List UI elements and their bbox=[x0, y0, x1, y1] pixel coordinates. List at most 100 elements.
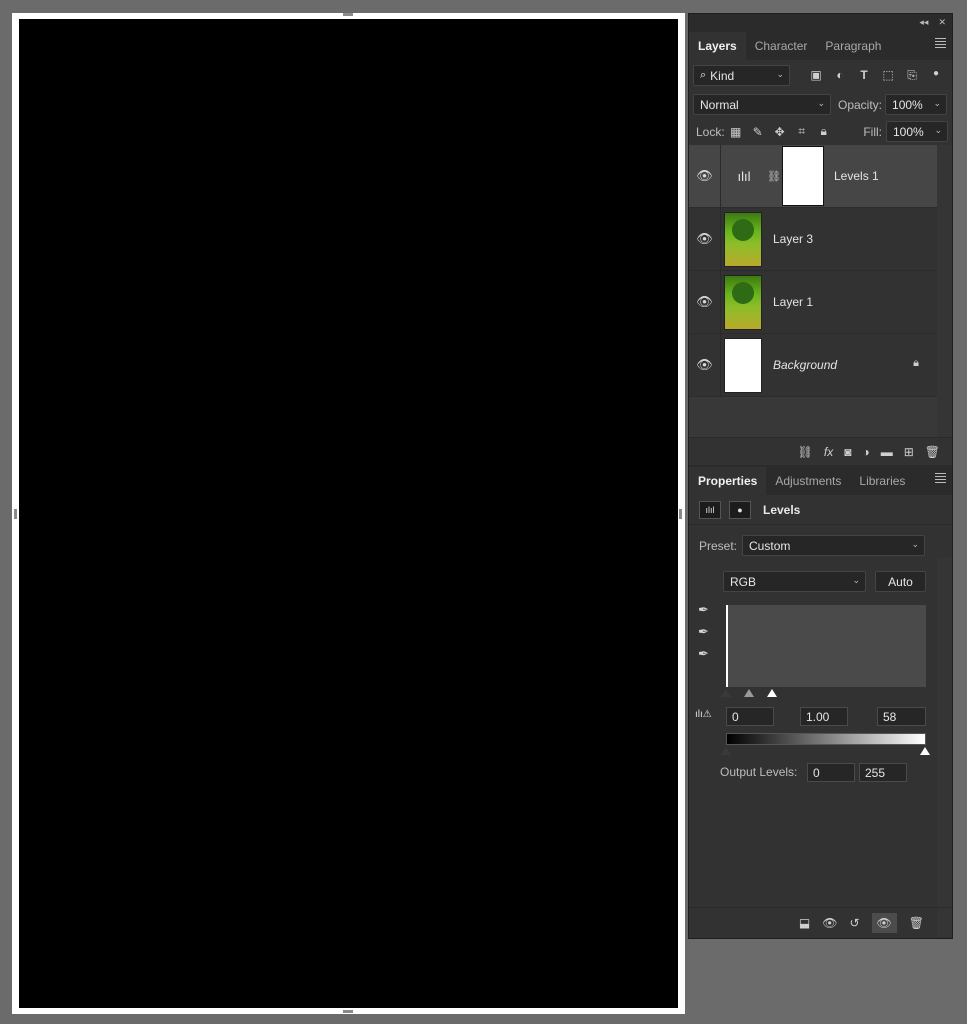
levels-adjustment-icon: ılıl bbox=[737, 168, 751, 184]
tab-paragraph[interactable]: Paragraph bbox=[816, 32, 890, 60]
input-black-slider[interactable] bbox=[721, 689, 731, 697]
toggle-visibility-eye-icon[interactable]: 👁︎ bbox=[871, 912, 897, 933]
link-chain-icon[interactable]: ⛓︎ bbox=[767, 170, 781, 183]
tab-layers[interactable]: Layers bbox=[689, 32, 746, 60]
layer-row-background[interactable]: 👁︎ Background 🔒︎ bbox=[689, 333, 937, 397]
chevron-down-icon: ⌄ bbox=[776, 69, 784, 79]
lock-position-icon[interactable]: ✥ bbox=[769, 125, 791, 139]
lock-all-icon[interactable]: 🔒︎ bbox=[813, 124, 835, 139]
panel-menu-icon[interactable] bbox=[935, 473, 946, 485]
output-black-slider[interactable] bbox=[721, 747, 731, 755]
delete-layer-trash-icon[interactable]: 🗑︎ bbox=[925, 445, 940, 459]
tab-adjustments[interactable]: Adjustments bbox=[766, 467, 850, 495]
lock-fill-row: Lock: ▦ ✎ ✥ ⌗ 🔒︎ Fill: 100% ⌄ bbox=[689, 118, 952, 145]
layer-name: Layer 3 bbox=[773, 232, 814, 246]
filter-type-icon[interactable]: T bbox=[852, 68, 876, 83]
chevron-down-icon: ⌄ bbox=[911, 539, 920, 549]
filter-kind-label: Kind bbox=[710, 68, 735, 83]
close-panels-icon[interactable]: ✕ bbox=[938, 17, 946, 28]
auto-button[interactable]: Auto bbox=[875, 571, 926, 592]
channel-dropdown[interactable]: RGB ⌄ bbox=[723, 571, 866, 592]
link-layers-icon[interactable]: ⛓︎ bbox=[798, 445, 813, 459]
layer-row-levels[interactable]: 👁︎ ılıl ⛓︎ Levels 1 bbox=[689, 144, 937, 208]
chevron-down-icon: ⌄ bbox=[852, 575, 860, 585]
input-gamma-field[interactable]: 1.00 bbox=[800, 707, 848, 726]
properties-scrollbar[interactable] bbox=[937, 557, 952, 937]
filter-adjustment-icon[interactable]: ◐ bbox=[828, 68, 852, 83]
layer-filter-row: ⌕ Kind ⌄ ▣ ◐ T ⬚ ⎘ ● bbox=[689, 60, 952, 91]
filter-shape-icon[interactable]: ⬚ bbox=[876, 68, 900, 83]
gray-point-eyedropper-icon[interactable]: ✒︎ bbox=[698, 624, 709, 640]
input-white-field[interactable]: 58 bbox=[877, 707, 926, 726]
filter-toggle-icon[interactable]: ● bbox=[924, 68, 948, 83]
layer-thumbnail bbox=[724, 274, 762, 330]
visibility-eye-icon[interactable]: 👁︎ bbox=[689, 333, 721, 397]
layer-list: 👁︎ ılıl ⛓︎ Levels 1 👁︎ Layer 3 👁︎ Layer … bbox=[689, 144, 952, 437]
output-black-field[interactable]: 0 bbox=[807, 763, 855, 782]
document-canvas[interactable] bbox=[19, 19, 678, 1008]
filter-pixel-icon[interactable]: ▣ bbox=[804, 68, 828, 83]
layer-name: Levels 1 bbox=[834, 169, 879, 183]
properties-header: ılıl ● Levels bbox=[689, 495, 952, 525]
document-canvas-frame[interactable] bbox=[12, 13, 685, 1014]
new-group-folder-icon[interactable]: ▬ bbox=[881, 445, 893, 459]
fill-value: 100% bbox=[893, 124, 924, 139]
panel-menu-icon[interactable] bbox=[935, 38, 946, 50]
layers-scrollbar[interactable] bbox=[937, 145, 952, 437]
input-gamma-value: 1.00 bbox=[806, 709, 830, 724]
collapse-panels-icon[interactable]: ◂◂ bbox=[919, 17, 928, 28]
output-white-slider[interactable] bbox=[920, 747, 930, 755]
output-white-field[interactable]: 255 bbox=[859, 763, 907, 782]
input-black-field[interactable]: 0 bbox=[726, 707, 774, 726]
lock-transparent-icon[interactable]: ▦ bbox=[725, 125, 747, 139]
visibility-eye-icon[interactable]: 👁︎ bbox=[689, 207, 721, 271]
output-white-value: 255 bbox=[865, 765, 886, 780]
white-point-eyedropper-icon[interactable]: ✒︎ bbox=[698, 646, 709, 662]
input-white-slider[interactable] bbox=[767, 689, 777, 697]
panel-dock: ◂◂ ✕ Layers Character Paragraph ⌕ Kind ⌄… bbox=[688, 13, 953, 939]
filter-smartobject-icon[interactable]: ⎘ bbox=[900, 68, 924, 83]
transform-handle-bottom[interactable] bbox=[343, 1010, 353, 1013]
filter-kind-dropdown[interactable]: ⌕ Kind ⌄ bbox=[693, 65, 790, 86]
visibility-eye-icon[interactable]: 👁︎ bbox=[689, 270, 721, 334]
fill-field[interactable]: 100% ⌄ bbox=[886, 121, 948, 142]
transform-handle-top[interactable] bbox=[343, 13, 353, 16]
tab-libraries[interactable]: Libraries bbox=[850, 467, 914, 495]
new-adjustment-icon[interactable]: ◑ bbox=[862, 445, 869, 459]
tab-character[interactable]: Character bbox=[746, 32, 817, 60]
transform-handle-left[interactable] bbox=[14, 509, 17, 519]
preset-label: Preset: bbox=[699, 538, 738, 553]
lock-artboard-icon[interactable]: ⌗ bbox=[791, 124, 813, 139]
layer-row-layer1[interactable]: 👁︎ Layer 1 bbox=[689, 270, 937, 334]
delete-adjustment-trash-icon[interactable]: 🗑︎ bbox=[909, 916, 924, 930]
input-gamma-slider[interactable] bbox=[744, 689, 754, 697]
tab-properties[interactable]: Properties bbox=[689, 467, 767, 495]
search-icon: ⌕ bbox=[700, 69, 707, 81]
layer-mask-thumbnail[interactable] bbox=[782, 146, 824, 206]
blend-mode-dropdown[interactable]: Normal ⌄ bbox=[693, 94, 831, 115]
new-layer-icon[interactable]: ⊞ bbox=[904, 445, 914, 459]
view-previous-state-icon[interactable]: 👁︎ bbox=[822, 916, 837, 930]
levels-icon[interactable]: ılıl bbox=[699, 500, 721, 519]
black-point-eyedropper-icon[interactable]: ✒︎ bbox=[698, 602, 709, 618]
chevron-down-icon: ⌄ bbox=[934, 125, 942, 135]
output-levels-row: Output Levels: bbox=[720, 765, 797, 779]
properties-title: Levels bbox=[763, 502, 801, 517]
add-mask-icon[interactable]: ◙ bbox=[844, 445, 851, 459]
layer-lock-icon: 🔒︎ bbox=[913, 357, 919, 369]
layer-name: Layer 1 bbox=[773, 295, 814, 309]
mask-icon[interactable]: ● bbox=[729, 500, 751, 519]
blend-mode-value: Normal bbox=[700, 97, 739, 112]
preset-dropdown[interactable]: Custom ⌄ bbox=[742, 535, 926, 556]
clip-to-layer-icon[interactable]: ⬓ bbox=[799, 916, 810, 930]
clipping-warning-icon[interactable]: ılı⚠ bbox=[695, 709, 712, 720]
lock-brush-icon[interactable]: ✎ bbox=[747, 125, 769, 139]
channel-value: RGB bbox=[730, 574, 757, 589]
properties-tabbar: Properties Adjustments Libraries bbox=[689, 465, 952, 495]
visibility-eye-icon[interactable]: 👁︎ bbox=[689, 144, 721, 208]
layer-row-layer3[interactable]: 👁︎ Layer 3 bbox=[689, 207, 937, 271]
transform-handle-right[interactable] bbox=[679, 509, 682, 519]
layer-style-fx-icon[interactable]: fx bbox=[824, 445, 833, 459]
opacity-field[interactable]: 100% ⌄ bbox=[885, 94, 948, 115]
reset-icon[interactable]: ↺ bbox=[849, 916, 859, 930]
